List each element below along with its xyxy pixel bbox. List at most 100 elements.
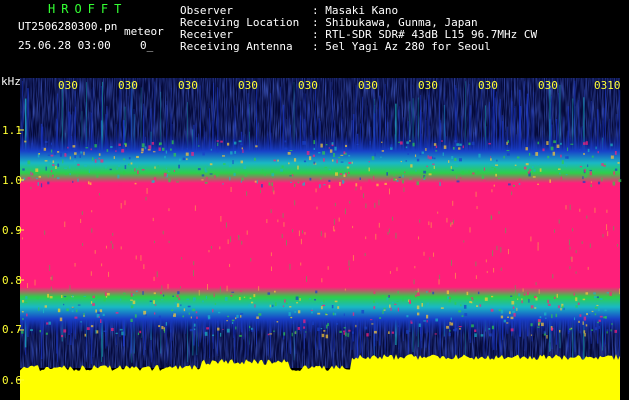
band-speckle: [449, 321, 451, 326]
band-speckle: [398, 141, 401, 143]
band-speckle: [324, 166, 328, 169]
band-speckle: [343, 151, 346, 155]
band-speckle: [575, 271, 577, 274]
band-speckle: [183, 308, 186, 312]
band-speckle: [94, 144, 97, 148]
band-speckle: [171, 140, 174, 145]
band-speckle: [149, 300, 153, 302]
band-speckle: [325, 314, 328, 316]
band-speckle: [36, 296, 39, 300]
band-speckle: [35, 177, 38, 180]
band-speckle: [26, 283, 28, 288]
band-speckle: [189, 328, 193, 332]
band-speckle: [356, 143, 359, 146]
band-speckle: [292, 320, 295, 325]
band-speckle: [130, 293, 133, 297]
band-speckle: [103, 298, 106, 302]
band-speckle: [618, 179, 622, 183]
band-speckle: [297, 181, 300, 184]
band-speckle: [393, 178, 396, 181]
band-speckle: [329, 149, 333, 153]
band-speckle: [352, 225, 354, 229]
band-speckle: [343, 313, 345, 317]
band-speckle: [441, 140, 443, 142]
band-speckle: [38, 152, 41, 155]
band-speckle: [78, 183, 82, 187]
band-speckle: [65, 152, 68, 154]
band-speckle: [535, 152, 539, 156]
band-speckle: [71, 295, 74, 298]
band-speckle: [606, 224, 608, 231]
band-speckle: [94, 250, 96, 254]
band-speckle: [77, 304, 81, 306]
band-speckle: [21, 311, 24, 313]
band-speckle: [51, 275, 53, 281]
band-speckle: [157, 165, 159, 167]
band-speckle: [130, 305, 134, 309]
band-speckle: [213, 293, 215, 298]
band-speckle: [178, 297, 181, 301]
band-speckle: [320, 143, 323, 148]
band-speckle: [390, 307, 392, 311]
band-speckle: [288, 312, 291, 316]
band-speckle: [451, 156, 454, 159]
band-speckle: [244, 296, 248, 300]
time-tick-label: 030: [238, 79, 258, 92]
band-speckle: [594, 313, 597, 316]
time-tick-label: 030: [298, 79, 318, 92]
band-speckle: [309, 177, 312, 181]
band-speckle: [450, 259, 452, 266]
band-speckle: [224, 296, 228, 301]
band-speckle: [442, 152, 444, 156]
band-speckle: [488, 328, 491, 330]
band-speckle: [412, 142, 415, 147]
band-speckle: [414, 154, 417, 157]
band-speckle: [411, 320, 414, 323]
band-speckle: [451, 222, 453, 225]
band-speckle: [82, 243, 84, 246]
band-speckle: [553, 140, 557, 144]
band-speckle: [135, 290, 138, 293]
band-speckle: [196, 316, 198, 319]
band-speckle: [143, 152, 145, 154]
band-speckle: [510, 328, 514, 332]
band-speckle: [334, 300, 338, 303]
band-speckle: [480, 334, 484, 337]
band-speckle: [112, 243, 114, 249]
band-speckle: [204, 181, 208, 184]
band-speckle: [409, 178, 413, 180]
band-speckle: [100, 319, 102, 324]
band-speckle: [560, 142, 562, 145]
band-speckle: [538, 289, 540, 294]
band-speckle: [334, 312, 337, 316]
band-speckle: [597, 321, 599, 324]
band-speckle: [98, 153, 101, 156]
band-speckle: [310, 309, 313, 312]
band-speckle: [241, 240, 243, 245]
band-speckle: [482, 179, 486, 181]
band-speckle: [394, 303, 397, 306]
band-speckle: [415, 294, 417, 298]
band-speckle: [50, 142, 53, 146]
band-speckle: [389, 304, 391, 308]
band-speckle: [585, 324, 588, 327]
band-speckle: [273, 159, 276, 162]
band-speckle: [277, 159, 279, 162]
band-speckle: [530, 236, 532, 242]
band-speckle: [552, 274, 554, 279]
band-speckle: [439, 274, 441, 280]
band-speckle: [610, 329, 612, 332]
band-speckle: [168, 178, 171, 183]
band-speckle: [294, 330, 297, 335]
band-speckle: [270, 209, 272, 214]
band-speckle: [270, 252, 272, 257]
band-speckle: [163, 172, 167, 177]
band-speckle: [386, 172, 389, 176]
band-speckle: [500, 247, 502, 253]
band-speckle: [314, 298, 316, 301]
band-speckle: [344, 288, 346, 291]
band-speckle: [587, 148, 590, 153]
band-speckle: [267, 333, 270, 336]
band-speckle: [531, 165, 534, 169]
band-speckle: [48, 321, 51, 325]
